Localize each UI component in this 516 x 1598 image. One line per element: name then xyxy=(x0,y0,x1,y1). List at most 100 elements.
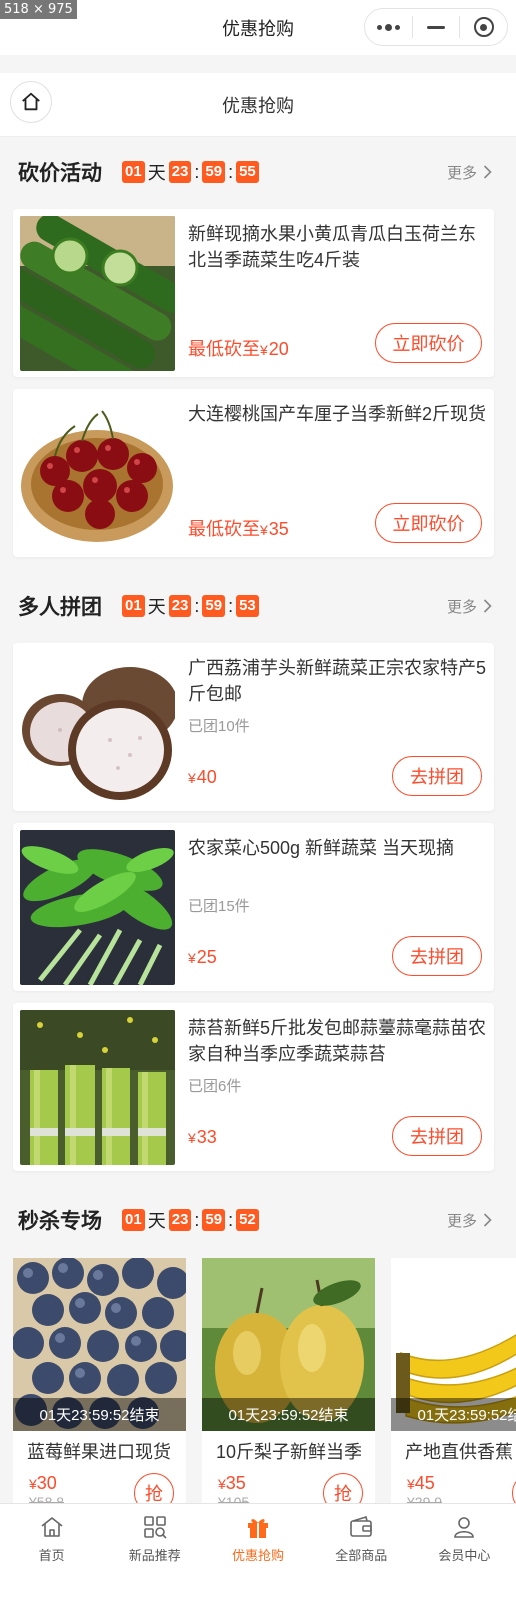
bargain-now-button[interactable]: 立即砍价 xyxy=(375,503,482,543)
minimize-button[interactable] xyxy=(413,9,460,45)
currency-symbol: ¥ xyxy=(260,342,268,358)
screen-size-badge: 518 × 975 xyxy=(0,0,77,19)
product-name: 产地直供香蕉 xyxy=(405,1442,513,1462)
product-name: 广西荔浦芋头新鲜蔬菜正宗农家特产5斤包邮 xyxy=(188,658,487,704)
flash-sale-card[interactable]: 01天23:59:52结束 10斤梨子新鲜当季 ¥35 ¥105 抢 xyxy=(202,1258,375,1503)
more-options-button[interactable] xyxy=(365,9,412,45)
grab-button[interactable]: 抢 xyxy=(512,1473,516,1503)
grab-button[interactable]: 抢 xyxy=(134,1473,174,1503)
currency-symbol: ¥ xyxy=(188,1130,196,1146)
home-icon xyxy=(22,92,40,111)
product-image-greens xyxy=(20,830,175,985)
group-sold-count: 已团15件 xyxy=(188,898,250,915)
flash-sale-scroller[interactable]: 01天23:59:52结束 蓝莓鲜果进口现货 ¥30 ¥58.8 抢 01天23… xyxy=(13,1258,516,1503)
product-name: 新鲜现摘水果小黄瓜青瓜白玉荷兰东北当季蔬菜生吃4斤装 xyxy=(188,224,476,270)
bargain-product-card[interactable]: 大连樱桃国产车厘子当季新鲜2斤现货 最低砍至 ¥ 35 立即砍价 xyxy=(13,389,494,557)
user-icon xyxy=(454,1517,475,1538)
group-product-card[interactable]: 广西荔浦芋头新鲜蔬菜正宗农家特产5斤包邮 已团10件 ¥ 40 去拼团 xyxy=(13,643,494,811)
countdown-hours: 23 xyxy=(168,595,192,617)
currency-symbol: ¥ xyxy=(188,770,196,786)
more-link-bargain[interactable]: 更多 xyxy=(447,162,492,183)
bottom-tab-bar: 首页 新品推荐 优惠抢购 全部商品 会员中心 xyxy=(0,1503,516,1598)
countdown-colon: : xyxy=(228,595,234,616)
more-label: 更多 xyxy=(446,164,477,182)
tab-flash-deals[interactable]: 优惠抢购 xyxy=(206,1504,309,1598)
bargain-now-button[interactable]: 立即砍价 xyxy=(375,323,482,363)
countdown-days: 01 xyxy=(122,1209,145,1231)
grid-search-icon xyxy=(143,1516,167,1539)
group-product-card[interactable]: 农家菜心500g 新鲜蔬菜 当天现摘 已团15件 ¥ 25 去拼团 xyxy=(13,823,494,991)
countdown-minutes: 59 xyxy=(202,595,226,617)
page-title: 优惠抢购 xyxy=(222,18,294,39)
join-group-button[interactable]: 去拼团 xyxy=(392,756,482,796)
countdown-minutes: 59 xyxy=(202,1209,226,1231)
currency-symbol: ¥ xyxy=(260,522,268,538)
countdown-colon: : xyxy=(194,161,200,182)
price-label: 最低砍至 xyxy=(188,339,260,359)
tab-label: 新品推荐 xyxy=(128,1548,181,1563)
product-name: 蓝莓鲜果进口现货 xyxy=(27,1442,171,1462)
group-product-card[interactable]: 蒜苔新鲜5斤批发包邮蒜薹蒜毫蒜苗农家自种当季应季蔬菜蒜苔 已团6件 ¥ 33 去… xyxy=(13,1003,494,1171)
flash-timer: 01天23:59:52结束 xyxy=(202,1398,375,1431)
tab-member-center[interactable]: 会员中心 xyxy=(413,1504,516,1598)
countdown-day-unit: 天 xyxy=(147,163,166,183)
countdown-day-unit: 天 xyxy=(147,1211,166,1231)
product-image-taro xyxy=(20,650,175,805)
product-image-cherry xyxy=(20,396,175,551)
tab-home[interactable]: 首页 xyxy=(0,1504,103,1598)
chevron-right-icon xyxy=(483,1213,492,1227)
more-link-group[interactable]: 更多 xyxy=(447,596,492,617)
flash-timer: 01天23:59:52结束 xyxy=(13,1398,186,1431)
tab-label: 优惠抢购 xyxy=(232,1548,285,1563)
original-price: ¥105 xyxy=(218,1494,250,1503)
section-header-flash-sale: 秒杀专场 01 天 23 : 59 : 52 更多 xyxy=(0,1190,516,1250)
join-group-button[interactable]: 去拼团 xyxy=(392,936,482,976)
countdown-days: 01 xyxy=(122,595,145,617)
flash-timer: 01天23:59:52结束 xyxy=(391,1398,516,1431)
flash-sale-card[interactable]: 01天23:59:52结束 产地直供香蕉 ¥45 ¥29.9 抢 xyxy=(391,1258,516,1503)
tab-label: 全部商品 xyxy=(335,1548,388,1563)
mini-program-title-bar: 优惠抢购 xyxy=(0,0,516,55)
more-dots-icon xyxy=(376,23,400,31)
currency-symbol: ¥ xyxy=(188,950,196,966)
countdown: 01 天 23 : 59 : 55 xyxy=(122,159,259,185)
countdown-minutes: 59 xyxy=(202,161,226,183)
original-price: ¥29.9 xyxy=(407,1494,443,1503)
nav-bar: 优惠抢购 xyxy=(0,73,516,137)
countdown-colon: : xyxy=(194,1209,200,1230)
flash-sale-card[interactable]: 01天23:59:52结束 蓝莓鲜果进口现货 ¥30 ¥58.8 抢 xyxy=(13,1258,186,1503)
wallet-icon xyxy=(350,1515,373,1537)
price-value: 25 xyxy=(196,947,217,967)
price-label: 最低砍至 xyxy=(188,519,260,539)
target-close-icon xyxy=(473,17,494,37)
tab-new-products[interactable]: 新品推荐 xyxy=(103,1504,206,1598)
grab-button[interactable]: 抢 xyxy=(323,1473,363,1503)
countdown: 01 天 23 : 59 : 53 xyxy=(122,593,259,619)
join-group-button[interactable]: 去拼团 xyxy=(392,1116,482,1156)
chevron-right-icon xyxy=(483,599,492,613)
product-name: 蒜苔新鲜5斤批发包邮蒜薹蒜毫蒜苗农家自种当季应季蔬菜蒜苔 xyxy=(188,1018,487,1064)
section-header-bargain: 砍价活动 01 天 23 : 59 : 55 更多 xyxy=(0,142,516,202)
countdown-hours: 23 xyxy=(168,161,192,183)
tab-all-products[interactable]: 全部商品 xyxy=(310,1504,413,1598)
flash-price: ¥35 xyxy=(218,1473,246,1494)
countdown-seconds: 55 xyxy=(236,161,259,183)
section-title: 秒杀专场 xyxy=(18,1210,102,1233)
bargain-price: 最低砍至 ¥ 35 xyxy=(188,515,289,541)
group-price: ¥ 25 xyxy=(188,947,217,968)
countdown-colon: : xyxy=(228,1209,234,1230)
product-name: 10斤梨子新鲜当季 xyxy=(216,1442,363,1462)
home-button[interactable] xyxy=(10,81,52,123)
price-value: 45 xyxy=(414,1473,435,1493)
countdown: 01 天 23 : 59 : 52 xyxy=(122,1207,259,1233)
product-name: 农家菜心500g 新鲜蔬菜 当天现摘 xyxy=(188,838,455,858)
group-sold-count: 已团10件 xyxy=(188,718,250,735)
price-value: 40 xyxy=(196,767,217,787)
price-value: 33 xyxy=(196,1127,217,1147)
more-link-flash-sale[interactable]: 更多 xyxy=(447,1210,492,1231)
flash-price: ¥30 xyxy=(29,1473,57,1494)
minimize-icon xyxy=(427,25,445,29)
close-program-button[interactable] xyxy=(460,9,507,45)
section-header-group: 多人拼团 01 天 23 : 59 : 53 更多 xyxy=(0,576,516,636)
bargain-product-card[interactable]: 新鲜现摘水果小黄瓜青瓜白玉荷兰东北当季蔬菜生吃4斤装 最低砍至 ¥ 20 立即砍… xyxy=(13,209,494,377)
